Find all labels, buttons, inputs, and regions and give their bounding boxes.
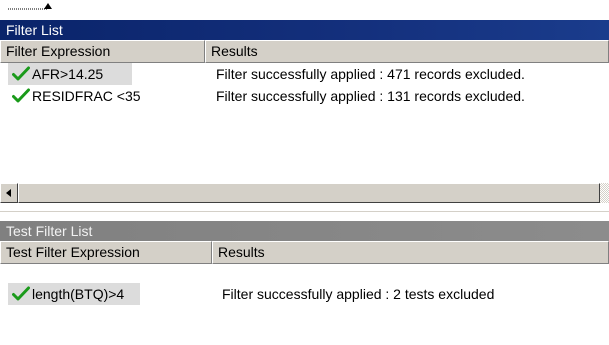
green-check-icon [12,88,30,104]
filter-expression-cell: AFR>14.25 [8,63,132,85]
scrollbar-corner [600,183,609,203]
column-header-test-filter-expression[interactable]: Test Filter Expression [0,241,212,264]
filter-result: Filter successfully applied : 471 record… [216,66,525,82]
collapse-arrow-icon[interactable] [44,3,52,9]
filter-expression: RESIDFRAC <35 [32,88,141,104]
scroll-left-button[interactable] [0,183,18,203]
test-filter-row[interactable]: length(BTQ)>4 Filter successfully applie… [0,283,609,308]
filter-expression: AFR>14.25 [32,66,104,82]
panel-splitter[interactable] [0,203,609,221]
column-header-results[interactable]: Results [205,40,609,63]
green-check-icon [12,66,30,82]
green-check-icon [12,286,30,302]
filter-list-title-bar: Filter List [0,20,609,40]
test-filter-list-title: Test Filter List [6,223,93,239]
test-filter-expression-cell: length(BTQ)>4 [8,283,140,305]
filter-row[interactable]: AFR>14.25 Filter successfully applied : … [0,63,609,85]
test-filter-expression: length(BTQ)>4 [32,286,125,302]
scrollbar-thumb[interactable] [18,183,600,203]
filter-expression-cell: RESIDFRAC <35 [12,85,141,107]
filter-list-title: Filter List [6,22,63,38]
column-header-results[interactable]: Results [212,241,609,264]
horizontal-scrollbar[interactable] [0,183,600,203]
filter-row[interactable]: RESIDFRAC <35 Filter successfully applie… [0,85,609,107]
splitter-line [0,211,609,212]
panel-top-strip [0,0,609,10]
test-filter-result: Filter successfully applied : 2 tests ex… [222,286,495,302]
arrow-left-icon [6,189,11,197]
test-filter-list-title-bar: Test Filter List [0,221,609,241]
filter-result: Filter successfully applied : 131 record… [216,88,525,104]
column-header-filter-expression[interactable]: Filter Expression [0,40,205,63]
dock-grip-dots[interactable] [8,8,48,10]
